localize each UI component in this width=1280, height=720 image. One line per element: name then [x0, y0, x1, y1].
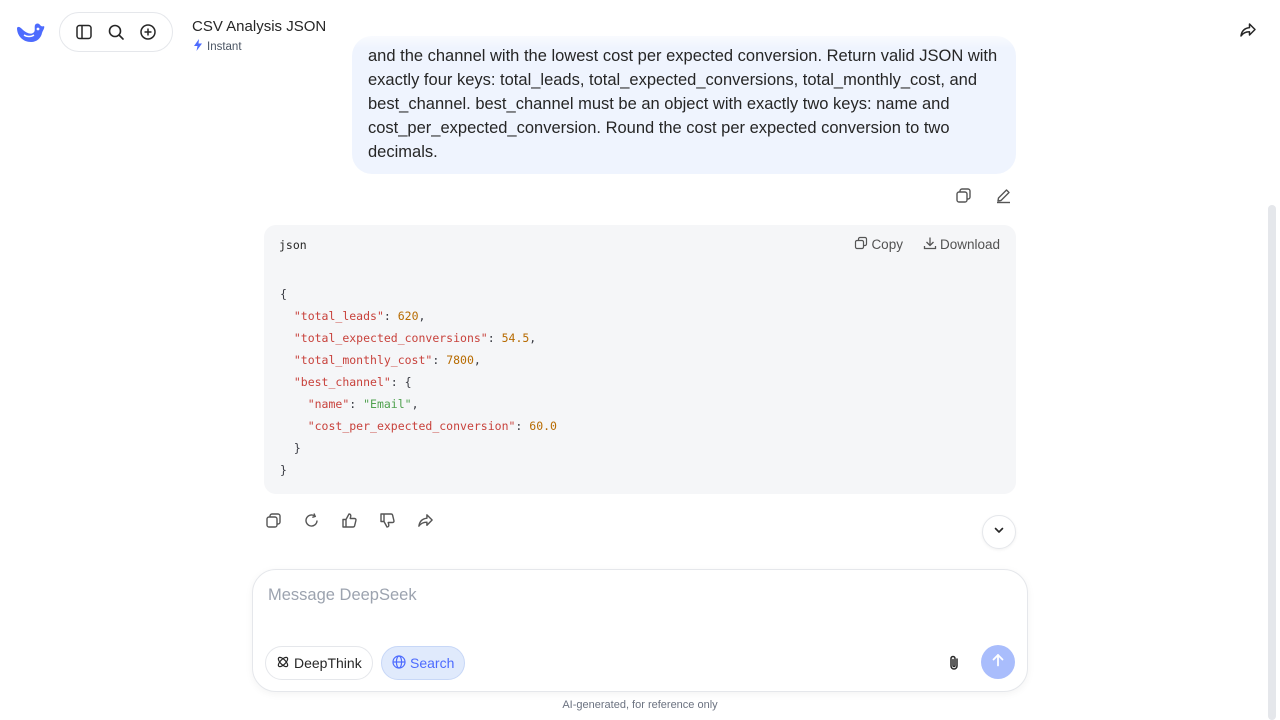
disclaimer: AI-generated, for reference only: [562, 699, 718, 711]
search-icon[interactable]: [103, 19, 129, 45]
download-icon: [923, 236, 937, 253]
thumbs-up-icon[interactable]: [338, 509, 360, 531]
deepseek-logo[interactable]: [14, 18, 46, 46]
download-code-button[interactable]: Download: [923, 236, 1000, 253]
copy-code-button[interactable]: Copy: [854, 236, 903, 253]
mode-indicator: Instant: [193, 39, 242, 54]
copy-label: Copy: [871, 237, 903, 252]
arrow-up-icon: [990, 652, 1006, 673]
code-actions: Copy Download: [854, 236, 1000, 253]
deepthink-toggle[interactable]: DeepThink: [265, 646, 373, 680]
lightning-icon: [193, 39, 203, 54]
mode-label: Instant: [207, 40, 242, 53]
user-message-bubble: and the channel with the lowest cost per…: [352, 36, 1016, 174]
regenerate-icon[interactable]: [300, 509, 322, 531]
chevron-down-icon: [993, 523, 1005, 541]
scrollbar[interactable]: [1268, 205, 1276, 720]
code-block: json Copy Download { "total_leads": 620,…: [264, 225, 1016, 494]
top-fade: [340, 0, 1030, 48]
user-message-actions: [952, 184, 1014, 206]
scroll-to-bottom-button[interactable]: [982, 515, 1016, 549]
sidebar-toggle-icon[interactable]: [71, 19, 97, 45]
share-response-icon[interactable]: [414, 509, 436, 531]
globe-icon: [392, 654, 406, 672]
share-icon[interactable]: [1236, 18, 1260, 42]
atom-icon: [276, 655, 290, 672]
code-language: json: [279, 238, 307, 252]
paperclip-icon[interactable]: [943, 652, 965, 674]
user-message-text: and the channel with the lowest cost per…: [368, 47, 998, 161]
deepthink-label: DeepThink: [294, 655, 362, 671]
download-label: Download: [939, 237, 1000, 252]
send-button[interactable]: [981, 645, 1015, 679]
top-toolbar: [59, 12, 173, 52]
copy-response-icon[interactable]: [262, 509, 284, 531]
message-composer: DeepThink Search: [252, 569, 1028, 692]
edit-icon[interactable]: [992, 184, 1014, 206]
code-content: { "total_leads": 620, "total_expected_co…: [280, 287, 557, 477]
thumbs-down-icon[interactable]: [376, 509, 398, 531]
copy-icon[interactable]: [952, 184, 974, 206]
message-input[interactable]: [268, 586, 1008, 626]
response-actions: [262, 509, 436, 531]
new-chat-icon[interactable]: [135, 19, 161, 45]
search-label: Search: [410, 655, 455, 671]
search-toggle[interactable]: Search: [381, 646, 466, 680]
chat-title: CSV Analysis JSON: [192, 18, 327, 35]
copy-icon: [854, 236, 868, 253]
